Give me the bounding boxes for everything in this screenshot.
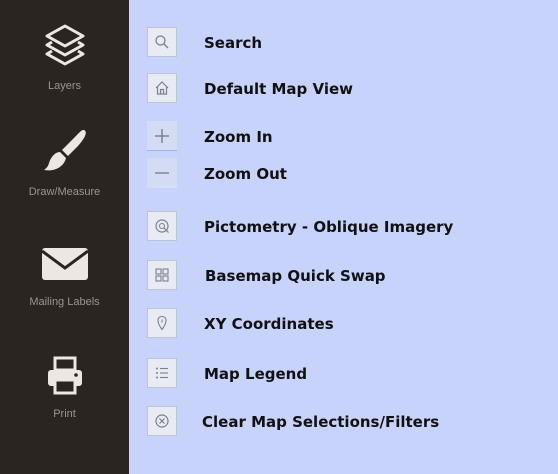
- sidebar: Layers Draw/Measure Mailing Labels Print: [0, 0, 129, 474]
- pictometry-icon: [147, 211, 177, 241]
- list-icon: [147, 358, 177, 388]
- tool-label: Map Legend: [204, 365, 308, 383]
- xy-coordinates-button[interactable]: XY Coordinates: [129, 308, 558, 340]
- search-button[interactable]: Search: [129, 27, 558, 59]
- clear-selections-button[interactable]: Clear Map Selections/Filters: [129, 406, 558, 438]
- envelope-icon: [40, 244, 90, 284]
- layers-icon: [43, 22, 87, 66]
- tool-label: Pictometry - Oblique Imagery: [204, 218, 454, 236]
- sidebar-item-label: Mailing Labels: [29, 296, 100, 308]
- sidebar-item-draw-measure[interactable]: Draw/Measure: [0, 128, 129, 198]
- tool-label: Zoom Out: [204, 165, 287, 183]
- printer-icon: [45, 356, 85, 396]
- tools-panel: Search Default Map View Zoom In Zoom Out: [129, 0, 558, 474]
- sidebar-item-mailing-labels[interactable]: Mailing Labels: [0, 244, 129, 308]
- location-pin-icon: [147, 308, 177, 338]
- sidebar-item-layers[interactable]: Layers: [0, 22, 129, 92]
- tool-label: Default Map View: [204, 80, 354, 98]
- zoom-in-button[interactable]: Zoom In: [129, 121, 558, 153]
- sidebar-item-label: Draw/Measure: [28, 186, 101, 198]
- pictometry-button[interactable]: Pictometry - Oblique Imagery: [129, 211, 558, 243]
- minus-icon: [147, 158, 177, 188]
- tool-label: Search: [204, 34, 263, 52]
- clear-circle-x-icon: [147, 406, 177, 436]
- map-legend-button[interactable]: Map Legend: [129, 358, 558, 390]
- zoom-out-button[interactable]: Zoom Out: [129, 158, 558, 190]
- tool-label: Clear Map Selections/Filters: [202, 413, 440, 431]
- search-icon: [147, 27, 177, 57]
- default-map-view-button[interactable]: Default Map View: [129, 73, 558, 105]
- tool-label: Zoom In: [204, 128, 273, 146]
- plus-icon: [147, 121, 177, 151]
- sidebar-item-print[interactable]: Print: [0, 356, 129, 420]
- basemap-quick-swap-button[interactable]: Basemap Quick Swap: [129, 260, 558, 292]
- basemap-grid-icon: [147, 260, 177, 290]
- tool-label: Basemap Quick Swap: [205, 267, 386, 285]
- sidebar-item-label: Print: [53, 408, 76, 420]
- sidebar-item-label: Layers: [47, 80, 82, 92]
- tool-label: XY Coordinates: [204, 315, 334, 333]
- paintbrush-icon: [40, 128, 90, 174]
- home-icon: [147, 73, 177, 103]
